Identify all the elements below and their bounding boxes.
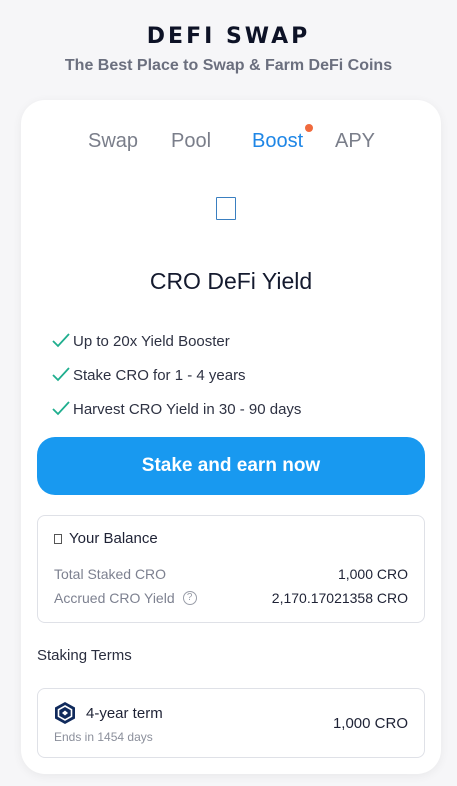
tab-swap[interactable]: Swap [88,128,138,154]
boost-image-icon [216,197,236,220]
feature-item: Harvest CRO Yield in 30 - 90 days [51,392,301,426]
term-ends: Ends in 1454 days [54,730,153,744]
accrued-yield-value: 2,170.17021358 CRO [271,590,408,606]
tab-pool[interactable]: Pool [171,128,211,154]
feature-label: Stake CRO for 1 - 4 years [73,366,246,384]
boost-card: Swap Pool Boost APY CRO DeFi Yield Up to… [21,100,441,774]
tab-bar: Swap Pool Boost APY [21,124,441,154]
wallet-icon [54,533,62,544]
staking-terms-heading: Staking Terms [37,647,132,664]
total-staked-value: 1,000 CRO [337,566,408,582]
stake-button[interactable]: Stake and earn now [37,437,425,495]
feature-item: Stake CRO for 1 - 4 years [51,358,301,392]
balance-heading: Your Balance [54,530,158,547]
check-icon [52,333,70,348]
page-header: DEFI SWAP The Best Place to Swap & Farm … [0,0,457,76]
cro-logo-icon [55,702,75,724]
feature-list: Up to 20x Yield Booster Stake CRO for 1 … [51,324,301,426]
staking-term-item[interactable]: 4-year term Ends in 1454 days 1,000 CRO [37,688,425,758]
check-icon [52,401,70,416]
feature-item: Up to 20x Yield Booster [51,324,301,358]
term-amount: 1,000 CRO [332,715,408,732]
notification-dot-icon [305,124,313,132]
tab-apy[interactable]: APY [335,128,375,154]
feature-label: Harvest CRO Yield in 30 - 90 days [73,400,302,418]
app-subtitle: The Best Place to Swap & Farm DeFi Coins [64,57,393,74]
tab-boost[interactable]: Boost [252,128,303,154]
accrued-yield-label-group: Accrued CRO Yield ? [54,590,197,606]
balance-title: Your Balance [69,530,158,547]
check-icon [52,367,70,382]
feature-label: Up to 20x Yield Booster [73,332,230,350]
boost-title: CRO DeFi Yield [149,268,313,294]
help-icon[interactable]: ? [182,591,197,605]
total-staked-row: Total Staked CRO 1,000 CRO [54,566,408,582]
balance-panel: Your Balance Total Staked CRO 1,000 CRO … [37,515,425,623]
app-title: DEFI SWAP [146,24,311,49]
total-staked-label: Total Staked CRO [54,566,167,582]
accrued-yield-row: Accrued CRO Yield ? 2,170.17021358 CRO [54,590,408,606]
term-name: 4-year term [86,705,163,722]
accrued-yield-label: Accrued CRO Yield [54,590,175,606]
